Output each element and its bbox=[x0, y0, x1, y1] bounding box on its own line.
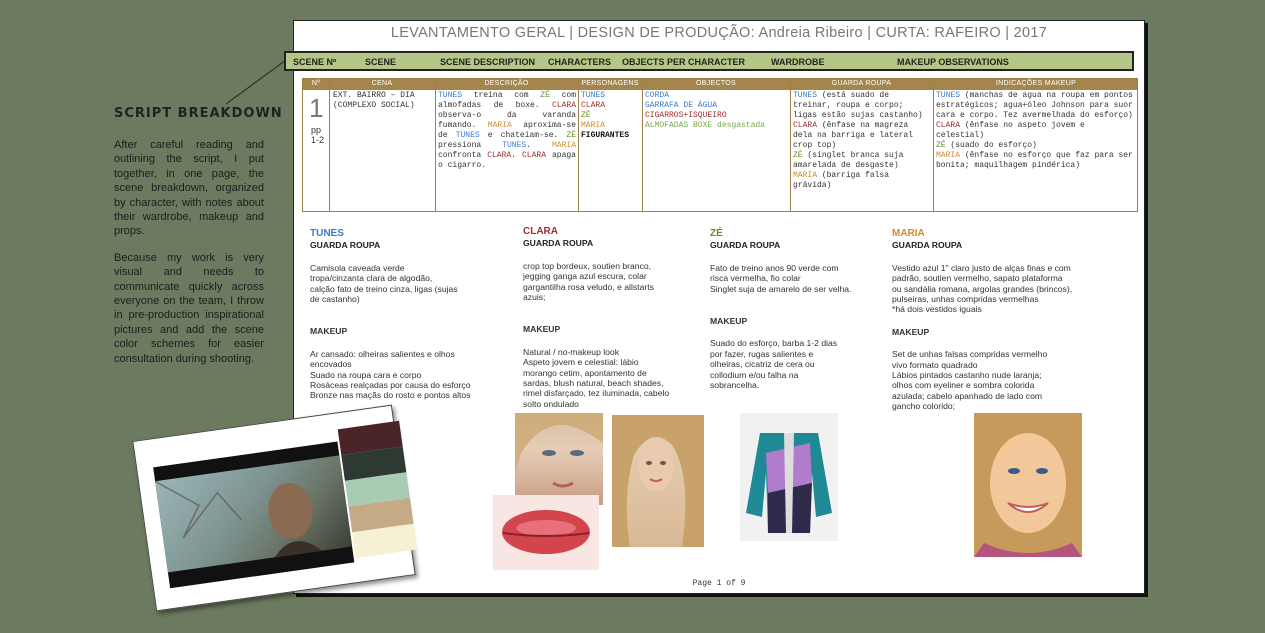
cell-personagens: TUNES CLARA ZÉ MARIA FIGURANTES bbox=[581, 91, 641, 141]
side-paragraph-2: Because my work is very visual and needs… bbox=[114, 251, 264, 365]
guide-characters: CHARACTERS bbox=[548, 57, 611, 67]
ze-name: ZÉ bbox=[710, 228, 723, 239]
tunes-name: TUNES bbox=[310, 228, 344, 239]
column-maria: MARIA GUARDA ROUPA Vestido azul 1" claro… bbox=[892, 228, 1132, 412]
cell-cena: EXT. BAIRRO – DIA (COMPLEXO SOCIAL) bbox=[333, 91, 415, 110]
object-almofadas: ALMOFADAS BOXE desgastada bbox=[645, 121, 766, 130]
th-makeup: INDICAÇÕES MAKEUP bbox=[995, 80, 1077, 87]
maria-name: MARIA bbox=[892, 228, 925, 239]
character-tunes: TUNES bbox=[581, 91, 606, 100]
film-still bbox=[153, 441, 355, 589]
maria-makeup: Set de unhas falsas compridas vermelho v… bbox=[892, 349, 1048, 412]
guide-wardrobe: WARDROBE bbox=[771, 57, 825, 67]
column-ze: ZÉ GUARDA ROUPA Fato de treino anos 90 v… bbox=[710, 228, 890, 391]
cell-descricao: TUNES treina com ZÉ com almofadas de box… bbox=[438, 91, 577, 170]
film-still-image bbox=[154, 455, 353, 573]
clara-wardrobe: crop top bordeux, soutien branco, jeggin… bbox=[523, 260, 654, 303]
clara-model-photo bbox=[612, 415, 704, 547]
th-number: Nº bbox=[311, 80, 321, 87]
character-ze: ZÉ bbox=[581, 111, 591, 120]
ze-jacket-photo bbox=[740, 413, 838, 541]
scene-number: 1 bbox=[309, 93, 324, 123]
guide-objects: OBJECTS PER CHARACTER bbox=[622, 57, 746, 67]
guide-makeup: MAKEUP OBSERVATIONS bbox=[897, 57, 1009, 67]
sheet-title: LEVANTAMENTO GERAL | DESIGN DE PRODUÇÃO:… bbox=[390, 25, 1048, 41]
th-cena: CENA bbox=[371, 80, 393, 87]
lips-photo bbox=[493, 495, 599, 570]
th-guarda-roupa: GUARDA ROUPA bbox=[831, 80, 892, 87]
th-descricao: DESCRIÇÃO bbox=[484, 80, 529, 87]
guide-scene-number: SCENE Nº bbox=[293, 57, 337, 67]
tunes-makeup-label: MAKEUP bbox=[310, 326, 348, 337]
th-objectos: OBJECTOS bbox=[695, 80, 736, 87]
clara-name: CLARA bbox=[523, 226, 558, 237]
maria-wardrobe-label: GUARDA ROUPA bbox=[892, 240, 963, 251]
maria-wardrobe: Vestido azul 1" claro justo de alças fin… bbox=[892, 262, 1073, 315]
guide-scene-description: SCENE DESCRIPTION bbox=[440, 57, 536, 67]
side-description: After careful reading and outlining the … bbox=[114, 138, 264, 378]
ze-makeup-label: MAKEUP bbox=[710, 316, 748, 327]
clara-makeup: Natural / no-makeup look Aspeto jovem e … bbox=[523, 346, 670, 409]
tunes-wardrobe-label: GUARDA ROUPA bbox=[310, 240, 381, 251]
character-clara: CLARA bbox=[581, 101, 606, 110]
maria-makeup-label: MAKEUP bbox=[892, 326, 930, 337]
side-paragraph-1: After careful reading and outlining the … bbox=[114, 139, 264, 238]
clara-makeup-label: MAKEUP bbox=[523, 324, 561, 335]
maria-face-photo bbox=[974, 413, 1082, 557]
object-corda: CORDA bbox=[645, 91, 670, 100]
clara-face-photo bbox=[515, 413, 603, 505]
page-footer: Page 1 of 9 bbox=[692, 579, 746, 588]
ze-makeup: Suado do esforço, barba 1-2 dias por faz… bbox=[710, 338, 838, 391]
breakdown-sheet: LEVANTAMENTO GERAL | DESIGN DE PRODUÇÃO:… bbox=[293, 20, 1145, 594]
column-guide-bar: SCENE Nº SCENE SCENE DESCRIPTION CHARACT… bbox=[284, 51, 1134, 71]
cell-makeup: TUNES (manchas de agua na roupa em ponto… bbox=[936, 91, 1133, 170]
character-maria: MARIA bbox=[581, 121, 606, 130]
ze-wardrobe-label: GUARDA ROUPA bbox=[710, 240, 781, 251]
guide-scene: SCENE bbox=[365, 57, 397, 67]
ze-wardrobe: Fato de treino anos 90 verde com risca v… bbox=[710, 262, 852, 294]
clara-wardrobe-label: GUARDA ROUPA bbox=[523, 238, 594, 249]
tunes-makeup: Ar cansado: olheiras salientes e olhos e… bbox=[310, 348, 471, 401]
color-scheme-card bbox=[132, 404, 418, 612]
column-tunes: TUNES GUARDA ROUPA Camisola caveada verd… bbox=[310, 228, 490, 401]
scene-pages: pp 1-2 bbox=[311, 125, 325, 145]
scene-table: Nº CENA DESCRIÇÃO PERSONAGENS OBJECTOS G… bbox=[302, 78, 1138, 212]
table-header-row: Nº CENA DESCRIÇÃO PERSONAGENS OBJECTOS G… bbox=[303, 79, 1137, 90]
cell-objectos: CORDA GARRAFA DE ÁGUA CIGARROS+ISQUEIRO … bbox=[645, 91, 789, 131]
script-breakdown-title: SCRIPT BREAKDOWN bbox=[114, 106, 283, 121]
object-cigarros: CIGARROS+ISQUEIRO bbox=[645, 111, 727, 120]
character-figurantes: FIGURANTES bbox=[581, 131, 630, 140]
tunes-wardrobe: Camisola caveada verde tropa/cinzanta cl… bbox=[310, 262, 458, 305]
object-garrafa: GARRAFA DE ÁGUA bbox=[645, 101, 718, 110]
th-personagens: PERSONAGENS bbox=[581, 80, 639, 87]
cell-guarda-roupa: TUNES (está suado de treinar, roupa e co… bbox=[793, 91, 923, 190]
column-clara: CLARA GUARDA ROUPA crop top bordeux, sou… bbox=[523, 226, 703, 409]
